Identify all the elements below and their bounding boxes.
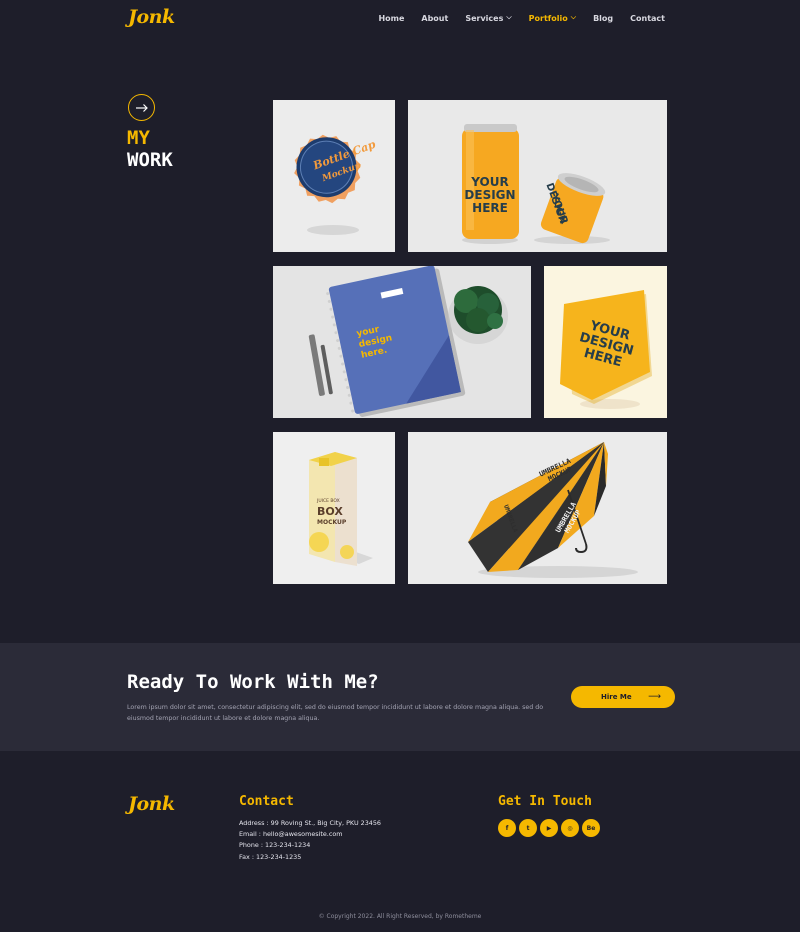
hire-me-button[interactable]: Hire Me ⟶	[571, 686, 675, 708]
facebook-glyph: f	[505, 824, 509, 832]
nav-portfolio[interactable]: Portfolio ⌵	[528, 13, 577, 23]
footer-contact-heading: Contact	[239, 794, 294, 809]
portfolio-item-bottle-cap[interactable]: Bottle Cap Mockup	[273, 100, 395, 252]
dribbble-icon[interactable]: ◎	[561, 819, 579, 837]
bottle-cap-image: Bottle Cap Mockup	[294, 134, 378, 235]
poster-image: YOUR DESIGN HERE	[560, 290, 652, 409]
cta-title: Ready To Work With Me?	[127, 671, 379, 693]
arrow-right-icon: ⟶	[648, 692, 661, 702]
can-text-1: YOUR	[470, 175, 508, 189]
juice-box-image: JUICE BOX BOX MOCKUP	[309, 452, 373, 566]
site-logo[interactable]: Jonk	[128, 6, 175, 28]
chevron-down-icon: ⌵	[570, 13, 577, 21]
cta-text: Lorem ipsum dolor sit amet, consectetur …	[127, 704, 544, 722]
can-text-3: HERE	[472, 201, 508, 215]
footer-logo[interactable]: Jonk	[128, 793, 175, 815]
youtube-glyph: ▶	[546, 824, 552, 832]
portfolio-item-notebook[interactable]: your design here.	[273, 266, 531, 418]
behance-icon[interactable]: Be	[582, 819, 600, 837]
nav-services-label: Services	[465, 14, 504, 23]
nav-about[interactable]: About	[421, 14, 448, 23]
umbrella-image: UMBRELLA MOCKUP UMBRELLA MOCKUP UMBRELLA	[468, 442, 638, 578]
portfolio-item-soda-cans[interactable]: YOUR DESIGN HERE YOUR DESIGN	[408, 100, 667, 252]
nav-home[interactable]: Home	[378, 14, 404, 23]
facebook-icon[interactable]: f	[498, 819, 516, 837]
arrow-right-icon	[128, 94, 155, 121]
juice-text-2: BOX	[317, 505, 343, 518]
footer-fax: Fax : 123-234-1235	[239, 852, 302, 861]
nav-blog-label: Blog	[593, 14, 614, 23]
footer-touch-heading: Get In Touch	[498, 794, 592, 809]
can-text-2: DESIGN	[464, 188, 515, 202]
twitter-icon[interactable]: t	[519, 819, 537, 837]
copyright-text: © Copyright 2022. All Right Reserved, by…	[318, 913, 482, 920]
section-title: MY WORK	[127, 127, 173, 171]
footer-address: Address : 99 Roving St., Big City, PKU 2…	[239, 819, 381, 827]
nav-blog[interactable]: Blog	[593, 14, 613, 23]
portfolio-item-paper-poster[interactable]: YOUR DESIGN HERE	[544, 266, 667, 418]
hire-me-label: Hire Me	[601, 693, 632, 701]
juice-text-1: JUICE BOX	[316, 498, 340, 504]
nav-portfolio-label: Portfolio	[528, 14, 568, 23]
social-links: f t ▶ ◎ Be	[498, 819, 600, 837]
nav-about-label: About	[421, 14, 449, 23]
cta-section	[0, 643, 800, 751]
nav-home-label: Home	[378, 14, 405, 23]
section-title-line2: WORK	[127, 149, 173, 171]
main-nav: Home About Services ⌵ Portfolio ⌵ Blog Con…	[361, 13, 665, 23]
youtube-icon[interactable]: ▶	[540, 819, 558, 837]
chevron-down-icon: ⌵	[506, 13, 512, 21]
portfolio-item-umbrella[interactable]: UMBRELLA MOCKUP UMBRELLA MOCKUP UMBRELLA	[408, 432, 667, 584]
behance-glyph: Be	[586, 824, 596, 832]
footer-contact-info: Address : 99 Roving St., Big City, PKU 2…	[239, 818, 381, 863]
footer-email[interactable]: Email : hello@awesomesite.com	[239, 829, 381, 840]
soda-can-image: YOUR DESIGN HERE YOUR DESIGN	[462, 124, 610, 244]
nav-services[interactable]: Services ⌵	[465, 13, 512, 23]
juice-text-3: MOCKUP	[317, 519, 347, 526]
dribbble-glyph: ◎	[567, 824, 573, 832]
section-title-line1: MY	[127, 127, 150, 149]
twitter-glyph: t	[526, 824, 530, 832]
footer-phone: Phone : 123-234-1234	[239, 841, 311, 850]
portfolio-item-juice-box[interactable]: JUICE BOX BOX MOCKUP	[273, 432, 395, 584]
nav-contact[interactable]: Contact	[630, 14, 665, 23]
notebook-image: your design here.	[308, 266, 508, 417]
nav-contact-label: Contact	[630, 14, 665, 23]
